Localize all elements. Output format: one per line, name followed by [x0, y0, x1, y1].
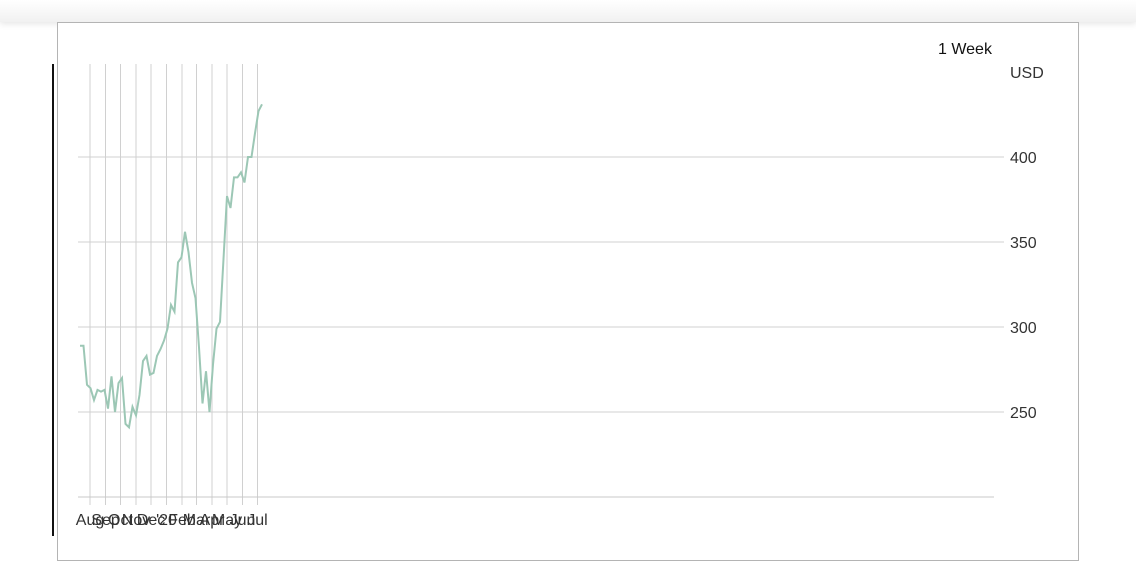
y-tick-label: 400 — [1010, 150, 1037, 167]
y-tick-label: 350 — [1010, 235, 1037, 252]
y-tick-label: 300 — [1010, 320, 1037, 337]
period-label[interactable]: 1 Week — [938, 41, 992, 59]
y-axis-unit-label: USD — [1010, 65, 1044, 82]
horizontal-gridlines — [78, 156, 1004, 413]
x-axis-tick-labels: AugSepOctNovDec'20FebMarAprMayJunJul — [76, 512, 268, 529]
vertical-gridlines — [89, 64, 258, 505]
x-tick-label: Jul — [247, 512, 267, 529]
y-axis-tick-labels: 250 300 350 400 — [1010, 150, 1037, 422]
line-chart: AugSepOctNovDec'20FebMarAprMayJunJul 250… — [76, 64, 1044, 529]
price-series-line — [80, 103, 263, 430]
y-tick-label: 250 — [1010, 405, 1037, 422]
